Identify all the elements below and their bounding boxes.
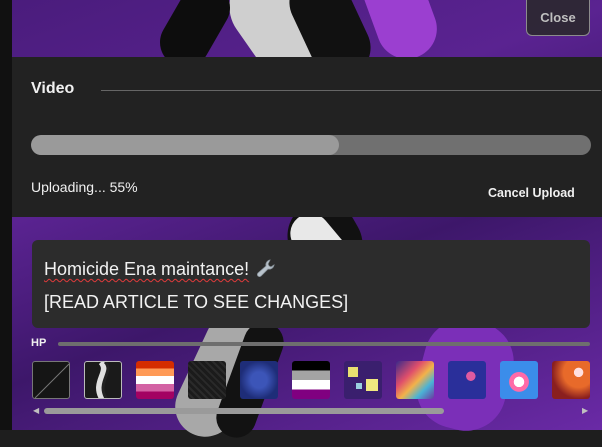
hp-bar (58, 342, 590, 346)
rainbow-waves-swatch[interactable] (396, 361, 434, 399)
hearts-orange-swatch[interactable] (552, 361, 590, 399)
hp-label: HP (31, 337, 47, 349)
none-swatch[interactable] (32, 361, 70, 399)
left-edge (0, 0, 12, 430)
scroll-right-arrow[interactable]: ▶ (582, 406, 588, 415)
video-title: Video (31, 80, 75, 97)
video-upload-panel: Video Uploading... 55% Cancel Upload (12, 57, 602, 217)
swatch-scrollbar-thumb[interactable] (44, 408, 444, 414)
upload-status-text: Uploading... 55% (31, 179, 138, 195)
message-line-1-text: Homicide Ena maintance! (44, 259, 250, 279)
message-line-2: [READ ARTICLE TO SEE CHANGES] (44, 292, 349, 312)
lesbian-flag-swatch[interactable] (136, 361, 174, 399)
wrench-icon (255, 257, 277, 287)
cancel-upload-button[interactable]: Cancel Upload (488, 186, 575, 200)
upload-progress-fill (31, 135, 339, 155)
upload-progress-bar (31, 135, 591, 155)
message-line-1: Homicide Ena maintance! (44, 254, 578, 287)
blue-circuit-swatch[interactable] (240, 361, 278, 399)
ace-flag-swatch[interactable] (292, 361, 330, 399)
close-button[interactable]: Close (526, 0, 590, 36)
heart-swatch[interactable] (500, 361, 538, 399)
wave-swatch[interactable] (84, 361, 122, 399)
swatch-scrollbar[interactable] (32, 408, 590, 414)
status-message-input[interactable]: Homicide Ena maintance! [READ ARTICLE TO… (32, 240, 590, 328)
title-divider (101, 90, 601, 91)
dark-texture-swatch[interactable] (188, 361, 226, 399)
cubes-swatch[interactable] (344, 361, 382, 399)
space-swatch[interactable] (448, 361, 486, 399)
